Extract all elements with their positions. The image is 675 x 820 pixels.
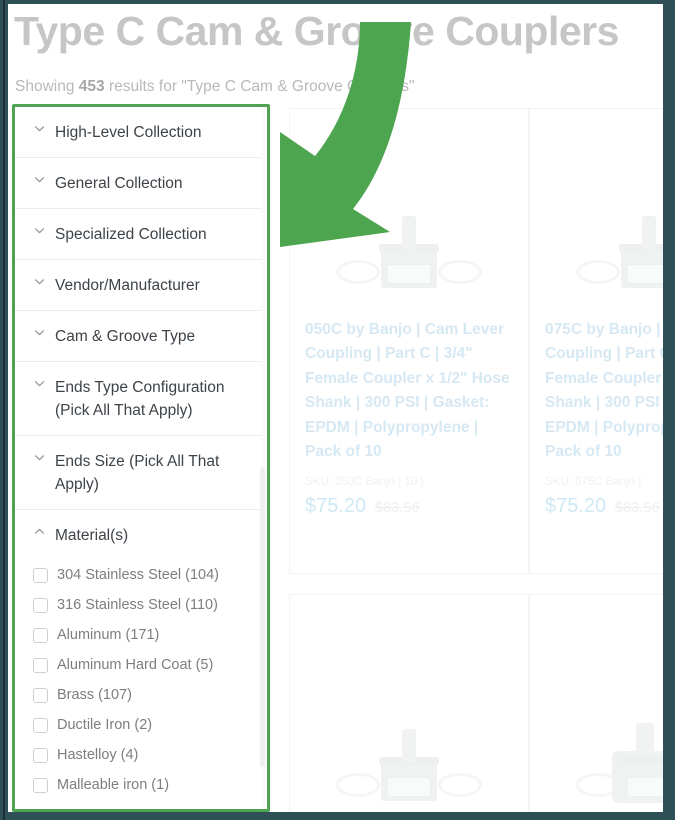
option-label: Hastelloy (4) (57, 747, 139, 763)
facet-label: Specialized Collection (55, 226, 207, 243)
checkbox-icon[interactable] (33, 777, 48, 793)
material-option-malleable-iron[interactable]: Malleable iron (1) (33, 770, 255, 800)
facet-group-ends-size[interactable]: Ends Size (Pick All That Apply) (15, 436, 267, 510)
page-title: Type C Cam & Groove Couplers (14, 8, 619, 54)
product-image[interactable] (290, 595, 528, 812)
chevron-down-icon (33, 377, 46, 397)
cam-groove-coupler-photo (564, 206, 663, 296)
chevron-down-icon (33, 451, 46, 471)
product-card[interactable] (529, 594, 663, 812)
checkbox-icon[interactable] (33, 567, 48, 583)
window-chrome-left-accent (3, 0, 5, 820)
results-summary: Showing 453 results for "Type C Cam & Gr… (15, 76, 415, 98)
facet-group-ends-type-configuration[interactable]: Ends Type Configuration (Pick All That A… (15, 362, 267, 436)
material-option-aluminum[interactable]: Aluminum (171) (33, 620, 255, 650)
product-details: 075C by Banjo | Cam Lever Coupling | Par… (530, 314, 663, 529)
option-label: Ductile Iron (2) (57, 717, 153, 733)
option-label: 316 Stainless Steel (110) (57, 597, 218, 613)
product-grid: 050C by Banjo | Cam Lever Coupling | Par… (289, 108, 663, 812)
checkbox-icon[interactable] (33, 747, 48, 763)
page-viewport: Type C Cam & Groove Couplers Showing 453… (8, 4, 663, 812)
facet-header[interactable]: Cam & Groove Type (27, 311, 255, 361)
material-option-hastelloy[interactable]: Hastelloy (4) (33, 740, 255, 770)
cam-groove-coupler-photo (324, 719, 494, 809)
facet-label: High-Level Collection (55, 124, 202, 141)
product-price-row: $75.20 $83.56 (305, 493, 513, 519)
facet-label: General Collection (55, 175, 183, 192)
material-option-ductile-iron[interactable]: Ductile Iron (2) (33, 710, 255, 740)
chevron-up-icon (33, 525, 46, 545)
product-compare-price: $83.56 (375, 500, 420, 517)
checkbox-icon[interactable] (33, 717, 48, 733)
checkbox-icon[interactable] (33, 687, 48, 703)
checkbox-icon[interactable] (33, 657, 48, 673)
material-option-brass[interactable]: Brass (107) (33, 680, 255, 710)
chevron-down-icon (33, 122, 46, 142)
product-image[interactable] (530, 595, 663, 812)
facet-label: Vendor/Manufacturer (55, 277, 200, 294)
product-price: $75.20 (305, 495, 367, 518)
facet-header[interactable]: General Collection (27, 158, 255, 208)
product-price-row: $75.20 $83.56 (545, 493, 663, 519)
window-chrome-right (663, 0, 675, 820)
chevron-down-icon (33, 275, 46, 295)
product-card[interactable]: 075C by Banjo | Cam Lever Coupling | Par… (529, 108, 663, 574)
material-option-aluminum-hard-coat[interactable]: Aluminum Hard Coat (5) (33, 650, 255, 680)
facet-header[interactable]: Ends Size (Pick All That Apply) (27, 436, 255, 509)
facet-group-general-collection[interactable]: General Collection (15, 158, 267, 209)
cam-groove-coupler-photo (324, 206, 494, 296)
product-title-link[interactable]: 075C by Banjo | Cam Lever Coupling | Par… (545, 318, 663, 464)
chevron-down-icon (33, 173, 46, 193)
product-image[interactable] (290, 109, 528, 314)
facet-label: Ends Type Configuration (Pick All That A… (55, 379, 225, 419)
facet-group-high-level-collection[interactable]: High-Level Collection (15, 107, 267, 158)
product-details: 050C by Banjo | Cam Lever Coupling | Par… (290, 314, 528, 529)
facet-label: Material(s) (55, 527, 129, 544)
facet-label: Ends Size (Pick All That Apply) (55, 453, 220, 493)
product-card[interactable]: 050C by Banjo | Cam Lever Coupling | Par… (289, 108, 529, 574)
material-option-316-stainless-steel[interactable]: 316 Stainless Steel (110) (33, 590, 255, 620)
window-chrome-bottom (0, 812, 675, 820)
facet-header[interactable]: Specialized Collection (27, 209, 255, 259)
checkbox-icon[interactable] (33, 597, 48, 613)
product-sku: SKU: 050C Banjo | 10 | (305, 476, 424, 489)
results-prefix: Showing (15, 78, 79, 95)
option-label: Malleable iron (1) (57, 777, 170, 793)
browser-window: Type C Cam & Groove Couplers Showing 453… (0, 0, 675, 820)
facet-header[interactable]: Material(s) (27, 510, 255, 560)
sidebar-scrollbar-thumb[interactable] (260, 467, 265, 767)
option-label: Brass (107) (57, 687, 132, 703)
option-label: 304 Stainless Steel (104) (57, 567, 220, 583)
product-sku: SKU: 075C Banjo | (545, 476, 642, 489)
material-option-304-stainless-steel[interactable]: 304 Stainless Steel (104) (33, 560, 255, 590)
results-suffix: results for "Type C Cam & Groove Coupler… (104, 78, 415, 95)
chevron-down-icon (33, 326, 46, 346)
product-price: $75.20 (545, 495, 607, 518)
facet-group-materials[interactable]: Material(s) 304 Stainless Steel (104) 31… (15, 510, 267, 809)
product-title-link[interactable]: 050C by Banjo | Cam Lever Coupling | Par… (305, 318, 513, 464)
facet-header[interactable]: High-Level Collection (27, 107, 255, 157)
facet-header[interactable]: Vendor/Manufacturer (27, 260, 255, 310)
facet-group-cam-groove-type[interactable]: Cam & Groove Type (15, 311, 267, 362)
facet-group-specialized-collection[interactable]: Specialized Collection (15, 209, 267, 260)
option-label: Aluminum Hard Coat (5) (57, 657, 214, 673)
window-chrome-top (0, 0, 675, 4)
cam-groove-coupler-photo-vertical (564, 719, 663, 809)
product-image[interactable] (530, 109, 663, 314)
results-count: 453 (78, 78, 105, 95)
sidebar-scrollbar-track[interactable] (260, 107, 266, 809)
product-compare-price: $83.56 (615, 500, 660, 517)
facet-label: Cam & Groove Type (55, 328, 196, 345)
checkbox-icon[interactable] (33, 627, 48, 643)
facet-group-vendor-manufacturer[interactable]: Vendor/Manufacturer (15, 260, 267, 311)
material-options-list: 304 Stainless Steel (104) 316 Stainless … (27, 560, 255, 809)
chevron-down-icon (33, 224, 46, 244)
facet-rail: High-Level Collection General Collection (15, 107, 267, 809)
product-card[interactable] (289, 594, 529, 812)
facet-header[interactable]: Ends Type Configuration (Pick All That A… (27, 362, 255, 435)
facet-rail-highlight-box: High-Level Collection General Collection (12, 104, 270, 812)
option-label: Aluminum (171) (57, 627, 160, 643)
